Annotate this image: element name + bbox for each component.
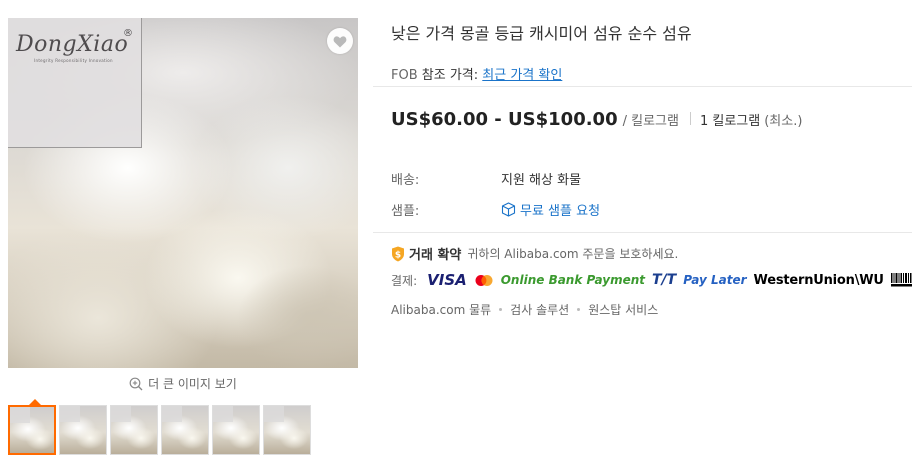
tt-logo: T/T [652,272,677,288]
online-bank-payment-logo: Online Bank Payment [500,273,646,287]
visa-logo: VISA [427,271,467,289]
shipping-label: 배송: [391,173,420,188]
inspection-service[interactable]: 검사 솔루션 [510,301,569,318]
zoom-in-icon [129,377,143,390]
check-latest-price-link[interactable]: 최근 가격 확인 [482,68,562,83]
logistics-service[interactable]: Alibaba.com 물류 [391,301,491,318]
price-unit: / 킬로그램 [622,114,679,129]
divider [373,86,912,87]
payment-label: 결제: [391,273,418,288]
svg-text:$: $ [395,250,401,260]
min-order-note: (최소.) [764,114,803,129]
favorite-button[interactable] [327,28,353,54]
separator-dot [577,308,581,311]
fob-prefix: FOB [391,68,418,83]
min-order-quantity: 1 킬로그램 [699,114,761,129]
request-free-sample-label: 무료 샘플 요청 [520,204,601,219]
logo-registered-mark: ® [123,28,133,39]
boleto-barcode-icon [890,273,912,287]
samples-row: 샘플: 무료 샘플 요청 [391,200,600,219]
pay-later-logo: Pay Later [683,273,747,287]
thumbnail-1[interactable] [8,405,56,455]
main-product-image[interactable]: DongXiao ® Integrity Responsibility Inno… [8,18,358,368]
product-title: 낮은 가격 몽골 등급 캐시미어 섬유 순수 섬유 [391,24,692,43]
separator-dot [499,308,503,311]
thumbnail-6[interactable] [263,405,311,455]
logo-tagline: Integrity Responsibility Innovation [34,58,113,63]
thumbnail-3[interactable] [110,405,158,455]
trade-assurance-title: 거래 확약 [409,248,462,263]
logo-text: DongXiao [16,32,129,57]
brand-logo-watermark: DongXiao ® Integrity Responsibility Inno… [8,18,142,148]
one-stop-service[interactable]: 원스탑 서비스 [588,301,658,318]
thumbnail-2[interactable] [59,405,107,455]
fob-reference-label: 참조 가격: [421,68,479,83]
shipping-row: 배송: 지원 해상 화물 [391,169,581,188]
fob-reference-price: FOB 참조 가격: 최근 가격 확인 [391,64,562,83]
view-larger-image-link[interactable]: 더 큰 이미지 보기 [8,375,358,392]
thumbnail-strip [8,405,311,455]
request-free-sample-link[interactable]: 무료 샘플 요청 [501,200,600,219]
box-icon [501,202,516,217]
divider [373,232,912,233]
price-range: US$60.00 - US$100.00 [391,109,618,130]
trade-assurance-shield-icon: $ [392,246,404,261]
thumbnail-4[interactable] [161,405,209,455]
mastercard-icon [474,274,494,287]
trade-assurance-row: $ 거래 확약 귀하의 Alibaba.com 주문을 보호하세요. [391,244,678,263]
western-union-logo: WesternUnion\WU [753,272,884,288]
samples-label: 샘플: [391,204,420,219]
price-row: US$60.00 - US$100.00 / 킬로그램 1 킬로그램 (최소.) [391,109,802,130]
heart-icon [333,35,347,47]
trade-assurance-description: 귀하의 Alibaba.com 주문을 보호하세요. [467,247,679,261]
thumbnail-5[interactable] [212,405,260,455]
view-larger-label: 더 큰 이미지 보기 [148,377,237,391]
shipping-value: 지원 해상 화물 [501,173,582,188]
services-row: Alibaba.com 물류 검사 솔루션 원스탑 서비스 [391,301,658,318]
price-separator [689,112,691,125]
payment-methods-row: 결제: VISA Online Bank Payment T/T Pay Lat… [391,271,912,289]
